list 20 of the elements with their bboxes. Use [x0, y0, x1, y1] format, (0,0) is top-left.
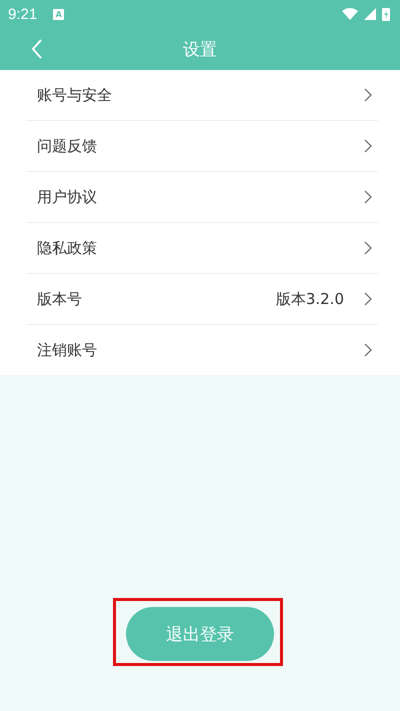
page-title: 设置 — [183, 38, 217, 60]
chevron-icon — [364, 190, 372, 204]
chevron-icon — [364, 343, 372, 357]
version-value: 版本3.2.0 — [276, 290, 344, 308]
signal-icon — [364, 8, 376, 20]
clock: 9:21 — [8, 6, 38, 22]
settings-item[interactable]: 账号与安全 — [26, 70, 378, 120]
battery-icon — [382, 7, 390, 21]
settings-item[interactable]: 隐私政策 — [26, 222, 378, 273]
settings-item[interactable]: 问题反馈 — [26, 120, 378, 171]
back-icon[interactable] — [31, 39, 43, 59]
notification-icon: A — [53, 8, 64, 20]
chevron-icon — [364, 292, 372, 306]
chevron-icon — [364, 241, 372, 255]
wifi-icon — [342, 8, 358, 20]
chevron-icon — [364, 139, 372, 153]
settings-item[interactable]: 版本号 版本3.2.0 — [26, 273, 378, 324]
settings-item[interactable]: 注销账号 — [26, 324, 378, 375]
settings-item[interactable]: 用户协议 — [26, 171, 378, 222]
chevron-icon — [364, 88, 372, 102]
